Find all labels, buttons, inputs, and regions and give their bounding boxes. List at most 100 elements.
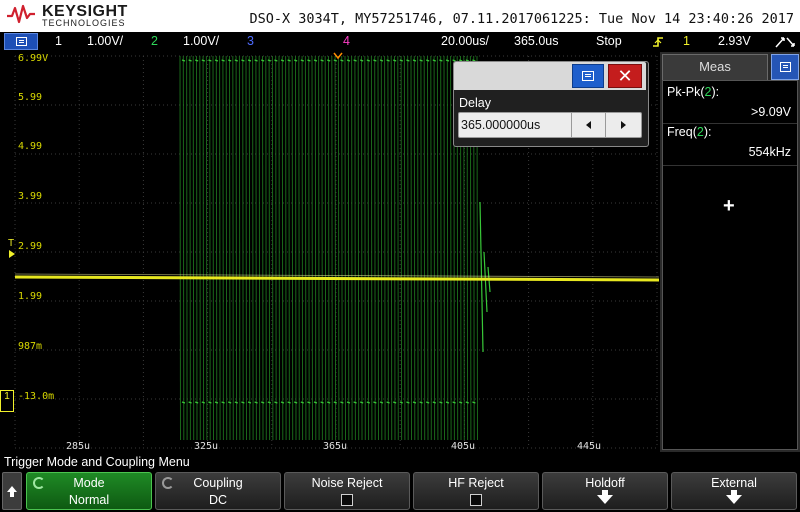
softkey-noise-reject[interactable]: Noise Reject bbox=[284, 472, 410, 510]
menu-icon bbox=[16, 37, 27, 46]
trigger-level-arrow-icon bbox=[9, 250, 15, 258]
ch2-waveform-segment bbox=[397, 55, 399, 441]
y-axis-label: 987m bbox=[18, 341, 42, 352]
instrument-title: DSO-X 3034T, MY57251746, 07.11.201706122… bbox=[249, 11, 794, 27]
ch1-scale[interactable]: 1.00V/ bbox=[87, 34, 123, 48]
y-axis-label: 2.99 bbox=[18, 241, 42, 252]
measurement-pkpk-name[interactable]: Pk-Pk(2): bbox=[667, 85, 719, 99]
ch2-waveform-segment bbox=[328, 55, 330, 441]
x-axis-label: 325u bbox=[194, 441, 218, 452]
ch2-waveform-segment bbox=[255, 55, 257, 441]
ch2-waveform-segment bbox=[407, 55, 409, 441]
ch2-waveform-segment bbox=[245, 55, 247, 441]
main-menu-button[interactable] bbox=[4, 33, 38, 50]
y-axis-label: -13.0m bbox=[18, 391, 54, 402]
ch2-waveform-segment bbox=[202, 55, 205, 441]
y-axis-label: 1.99 bbox=[18, 291, 42, 302]
keysight-logo-icon bbox=[7, 4, 35, 24]
softkey-holdoff-label: Holdoff bbox=[585, 476, 625, 490]
ch2-waveform-segment bbox=[308, 55, 310, 441]
ch2-waveform-segment bbox=[370, 55, 373, 441]
horizontal-delay[interactable]: 365.0us bbox=[514, 34, 558, 48]
measurement-freq-suffix: ): bbox=[703, 125, 712, 139]
trigger-level-marker[interactable]: T bbox=[8, 238, 14, 249]
softkey-mode-value: Normal bbox=[68, 493, 110, 507]
ch2-waveform-segment bbox=[268, 55, 271, 441]
ch2-scale[interactable]: 1.00V/ bbox=[183, 34, 219, 48]
ch1-number[interactable]: 1 bbox=[55, 34, 62, 48]
x-axis-label: 285u bbox=[66, 441, 90, 452]
ch2-waveform-segment bbox=[232, 55, 234, 441]
menu-title-text: Trigger Mode and Coupling Menu bbox=[4, 455, 190, 469]
ch2-waveform-segment bbox=[179, 55, 181, 441]
noise-reject-checkbox[interactable] bbox=[341, 494, 353, 506]
delay-value[interactable]: 365.000000us bbox=[461, 118, 540, 132]
ch2-waveform-segment bbox=[443, 55, 445, 441]
y-axis-label: 4.99 bbox=[18, 141, 42, 152]
ch2-waveform-segment bbox=[390, 55, 393, 441]
ch2-waveform-segment bbox=[304, 55, 307, 441]
dialog-close-button[interactable]: ✕ bbox=[608, 64, 642, 88]
trigger-level[interactable]: 2.93V bbox=[718, 34, 751, 48]
softkey-holdoff[interactable]: Holdoff bbox=[542, 472, 668, 510]
y-axis-label: 3.99 bbox=[18, 191, 42, 202]
ch2-waveform-segment bbox=[196, 55, 198, 441]
meas-tab[interactable]: Meas bbox=[662, 54, 768, 80]
hf-reject-checkbox[interactable] bbox=[470, 494, 482, 506]
ch2-waveform-segment bbox=[403, 55, 406, 441]
ch2-waveform-segment bbox=[331, 55, 333, 441]
ch2-waveform-segment bbox=[205, 55, 208, 441]
trigger-source[interactable]: 1 bbox=[683, 34, 690, 48]
ch2-waveform-segment bbox=[420, 55, 422, 441]
ch2-waveform-segment bbox=[311, 55, 313, 441]
ch2-waveform-segment bbox=[262, 55, 264, 441]
run-state[interactable]: Stop bbox=[596, 34, 622, 48]
ch2-waveform-segment bbox=[361, 55, 363, 441]
delay-field[interactable]: 365.000000us bbox=[458, 112, 642, 138]
softkey-coupling-value: DC bbox=[208, 493, 228, 507]
ch2-waveform-segment bbox=[186, 55, 188, 441]
submenu-down-arrow-icon bbox=[726, 495, 742, 504]
delay-decrement-button[interactable] bbox=[571, 113, 606, 137]
measurement-freq-name[interactable]: Freq(2): bbox=[667, 125, 711, 139]
meas-menu-button[interactable] bbox=[771, 54, 799, 80]
ch2-waveform-segment bbox=[351, 55, 353, 441]
delay-increment-button[interactable] bbox=[605, 113, 642, 137]
ch2-number[interactable]: 2 bbox=[151, 34, 158, 48]
softkey-coupling-label: Coupling bbox=[193, 476, 243, 490]
ch4-number[interactable]: 4 bbox=[343, 34, 350, 48]
add-measurement-button[interactable]: + bbox=[723, 195, 735, 218]
softkey-coupling[interactable]: Coupling DC bbox=[155, 472, 281, 510]
instrument-header: KEYSIGHT TECHNOLOGIES DSO-X 3034T, MY572… bbox=[0, 0, 800, 32]
ch2-waveform-segment bbox=[199, 55, 201, 441]
timebase-scale[interactable]: 20.00us/ bbox=[441, 34, 489, 48]
back-button[interactable] bbox=[2, 472, 22, 510]
dialog-menu-button[interactable] bbox=[572, 64, 604, 88]
measurement-pkpk-label: Pk-Pk( bbox=[667, 85, 705, 99]
ch2-waveform-segment bbox=[450, 55, 452, 441]
ch2-waveform-segment bbox=[215, 55, 218, 441]
ch3-number[interactable]: 3 bbox=[247, 34, 254, 48]
ch2-waveform-segment bbox=[413, 55, 416, 441]
softkey-external[interactable]: External bbox=[671, 472, 797, 510]
ch2-waveform-segment bbox=[314, 55, 317, 441]
softkey-hf-reject[interactable]: HF Reject bbox=[413, 472, 539, 510]
measurement-freq-channel: 2 bbox=[696, 125, 704, 139]
ch2-waveform-segment bbox=[219, 55, 221, 441]
ch2-waveform-segment bbox=[192, 55, 195, 441]
ch2-waveform-segment bbox=[377, 55, 379, 441]
ch2-waveform-segment bbox=[354, 55, 356, 441]
softkey-mode-label: Mode bbox=[73, 476, 105, 490]
softkey-mode[interactable]: Mode Normal bbox=[26, 472, 152, 510]
ch1-ground-marker[interactable]: 1 bbox=[0, 390, 14, 412]
ch2-waveform-segment bbox=[427, 55, 429, 441]
ch2-waveform-segment bbox=[384, 55, 386, 441]
measurements-panel: Meas Pk-Pk(2): >9.09V Freq(2): 554kHz + bbox=[660, 52, 800, 452]
left-arrow-icon bbox=[586, 121, 591, 129]
menu-icon bbox=[582, 71, 594, 81]
ch2-waveform-segment bbox=[347, 55, 350, 441]
ch2-waveform-segment bbox=[288, 55, 290, 441]
ch2-waveform-segment bbox=[321, 55, 323, 441]
y-axis-label: 5.99 bbox=[18, 92, 42, 103]
ch2-waveform-segment bbox=[344, 55, 346, 441]
